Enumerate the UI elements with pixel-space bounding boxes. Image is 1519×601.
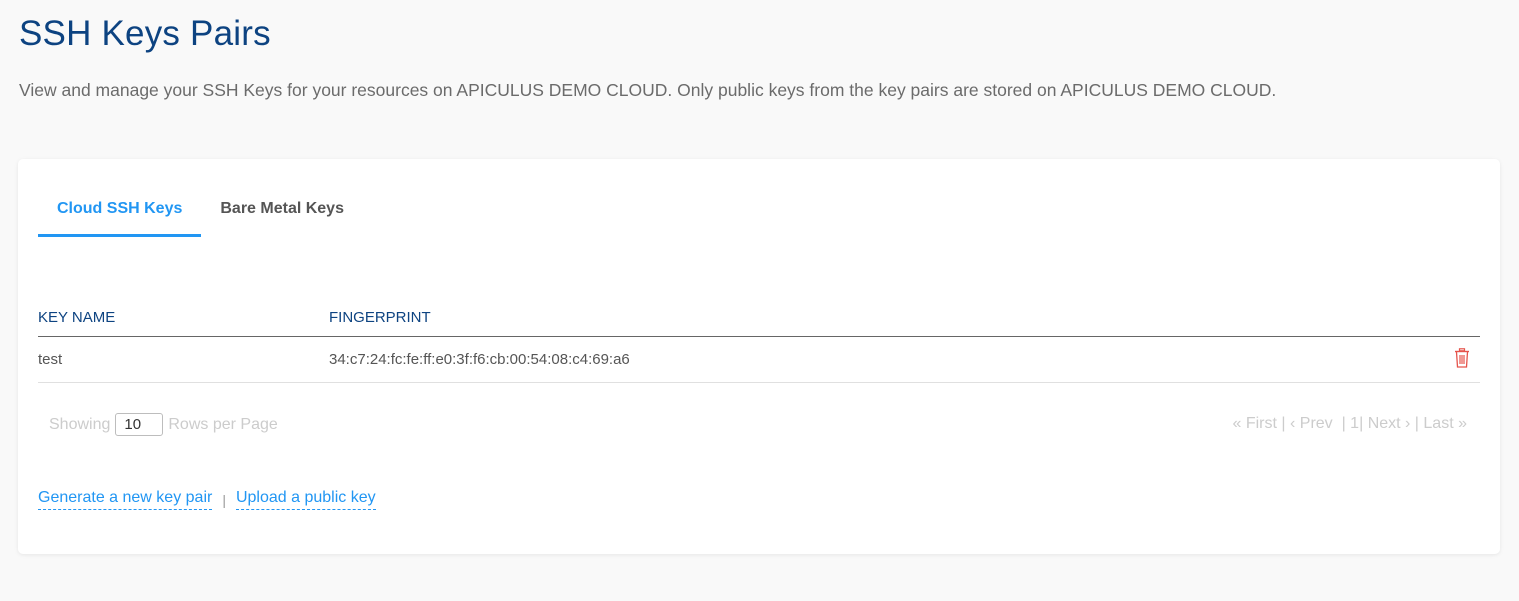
table-header: KEY NAME FINGERPRINT [38, 299, 1480, 337]
rows-per-page-control: Showing Rows per Page [49, 413, 278, 436]
column-header-key-name: KEY NAME [38, 309, 116, 326]
page-title: SSH Keys Pairs [19, 14, 271, 53]
upload-public-key-link[interactable]: Upload a public key [235, 489, 376, 510]
showing-label: Showing [49, 415, 111, 433]
tab-bar: Cloud SSH Keys Bare Metal Keys [38, 189, 363, 237]
tab-cloud-ssh-keys[interactable]: Cloud SSH Keys [38, 189, 202, 237]
delete-key-button[interactable] [1454, 347, 1470, 372]
fingerprint-cell: 34:c7:24:fc:fe:ff:e0:3f:f6:cb:00:54:08:c… [329, 351, 630, 368]
first-page-button[interactable]: « First [1233, 415, 1277, 433]
ssh-keys-table: KEY NAME FINGERPRINT test 34:c7:24:fc:fe… [38, 299, 1480, 383]
table-row: test 34:c7:24:fc:fe:ff:e0:3f:f6:cb:00:54… [38, 337, 1480, 383]
link-separator: | [222, 491, 226, 508]
tab-bare-metal-keys[interactable]: Bare Metal Keys [201, 189, 363, 237]
ssh-keys-card: Cloud SSH Keys Bare Metal Keys KEY NAME … [18, 159, 1500, 554]
page-description: View and manage your SSH Keys for your r… [19, 80, 1277, 100]
pagination: « First | ‹ Prev | 1 | Next › | Last » [1232, 415, 1468, 433]
column-header-fingerprint: FINGERPRINT [329, 309, 431, 326]
key-actions: Generate a new key pair | Upload a publi… [38, 489, 376, 510]
last-page-button[interactable]: Last » [1423, 415, 1467, 433]
rows-per-page-label: Rows per Page [168, 415, 278, 433]
trash-icon [1455, 347, 1469, 368]
next-page-button[interactable]: Next › [1368, 415, 1411, 433]
prev-page-button[interactable]: ‹ Prev [1290, 415, 1333, 433]
generate-key-pair-link[interactable]: Generate a new key pair [38, 489, 213, 510]
rows-per-page-input[interactable] [115, 413, 164, 436]
current-page[interactable]: 1 [1350, 415, 1359, 433]
key-name-cell: test [38, 351, 63, 368]
